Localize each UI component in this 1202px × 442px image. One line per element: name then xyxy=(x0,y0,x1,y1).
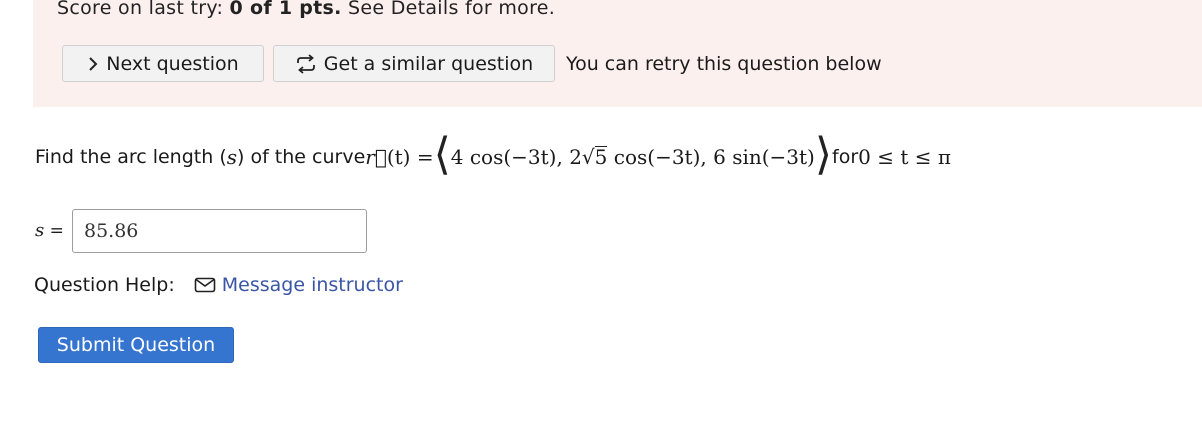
t-argument: (t) = xyxy=(386,145,434,169)
question-text: Find the arc length (s) of the curve r⃗(… xyxy=(35,130,951,184)
submit-question-button[interactable]: Submit Question xyxy=(38,327,234,363)
question-mid: ) of the curve xyxy=(237,146,366,168)
left-angle-bracket: ⟨ xyxy=(433,129,451,180)
right-angle-bracket: ⟩ xyxy=(814,129,833,180)
similar-question-label: Get a similar question xyxy=(323,52,534,75)
retry-note: You can retry this question below xyxy=(566,52,882,75)
component-2: cos(−3t), 6 sin(−3t) xyxy=(607,145,815,169)
next-question-label: Next question xyxy=(106,52,239,75)
r-vector: r⃗ xyxy=(365,145,387,169)
component-1: 4 cos(−3t), 2 xyxy=(450,145,582,169)
score-suffix: See Details for more. xyxy=(341,0,556,19)
sqrt-five: √5 xyxy=(581,145,608,169)
similar-question-button[interactable]: Get a similar question xyxy=(273,45,555,82)
question-page: Score on last try: 0 of 1 pts. See Detai… xyxy=(0,0,1202,442)
answer-input[interactable]: 85.86 xyxy=(72,209,367,253)
action-row: Next question Get a similar question You… xyxy=(62,45,882,82)
question-var-s: s xyxy=(226,145,237,169)
question-for: for xyxy=(832,146,859,168)
answer-var: s xyxy=(35,220,45,241)
vector-function: r⃗(t) = xyxy=(365,145,433,169)
mail-icon xyxy=(194,277,216,293)
next-question-button[interactable]: Next question xyxy=(62,45,264,82)
answer-label: s = xyxy=(35,220,64,241)
score-line: Score on last try: 0 of 1 pts. See Detai… xyxy=(57,0,555,19)
message-instructor-link[interactable]: Message instructor xyxy=(222,274,403,296)
question-intro: Find the arc length ( xyxy=(35,146,227,168)
vector-components: 4 cos(−3t), 2√5 cos(−3t), 6 sin(−3t) xyxy=(451,145,815,169)
answer-equals: = xyxy=(44,221,64,241)
refresh-arrows-icon xyxy=(295,53,317,74)
question-help-label: Question Help: xyxy=(34,274,175,296)
chevron-right-icon xyxy=(87,56,99,72)
score-value: 0 of 1 pts. xyxy=(229,0,342,19)
score-panel: Score on last try: 0 of 1 pts. See Detai… xyxy=(33,0,1202,107)
t-range: 0 ≤ t ≤ π xyxy=(858,145,952,169)
answer-value: 85.86 xyxy=(84,220,139,242)
question-help: Question Help: Message instructor xyxy=(34,274,403,296)
score-prefix: Score on last try: xyxy=(57,0,230,19)
